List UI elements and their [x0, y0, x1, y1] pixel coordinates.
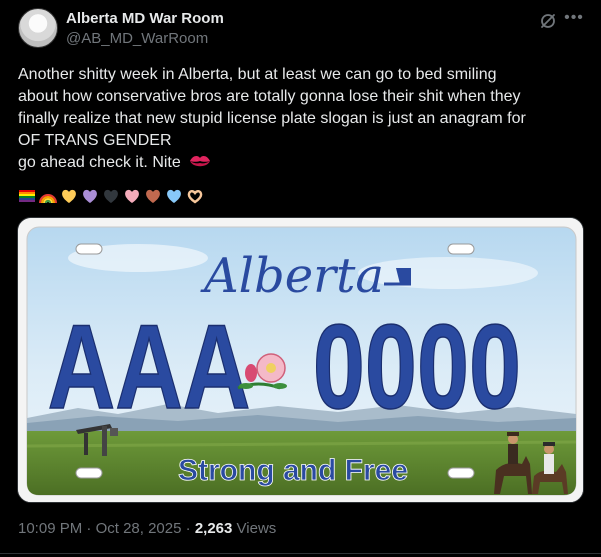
plate-numbers: 0000 [313, 300, 521, 434]
province-wordmark: Alberta [200, 248, 384, 304]
tweet-text: Another shitty week in Alberta, but at l… [18, 64, 588, 174]
plate-slogan: Strong and Free [178, 454, 408, 487]
author-display-name[interactable]: Alberta MD War Room [66, 10, 224, 27]
purple-heart-icon [83, 189, 97, 203]
heart-hands-icon [187, 190, 203, 204]
avatar[interactable] [18, 8, 58, 48]
tweet-line: Another shitty week in Alberta, but at l… [18, 66, 497, 83]
tweet-line-text: go ahead check it. Nite [18, 154, 181, 171]
grok-glyph [541, 14, 555, 28]
yellow-heart-icon [62, 189, 76, 203]
tweet-line: finally realize that new stupid license … [18, 110, 526, 127]
brown-heart-icon [146, 189, 160, 203]
tweet-time: 10:09 PM [18, 520, 83, 537]
tweet-date: Oct 28, 2025 [95, 520, 182, 537]
meta-separator: · [185, 520, 191, 537]
author-handle[interactable]: @AB_MD_WarRoom [66, 30, 208, 47]
license-plate-graphic: Alberta AAA 0000 Strong and Free [18, 218, 583, 502]
meta-separator: · [86, 520, 92, 537]
pink-heart-icon [125, 189, 139, 203]
rainbow-flag-icon [19, 190, 35, 202]
tweet-post: Alberta MD War Room @AB_MD_WarRoom ••• A… [0, 0, 601, 557]
kiss-mark-icon [190, 156, 211, 167]
tweet-timestamp[interactable]: 10:09 PM · Oct 28, 2025 · 2,263 Views [18, 520, 276, 537]
plate-letters: AAA [48, 300, 251, 434]
views-count: 2,263 [194, 520, 233, 537]
divider [0, 553, 601, 554]
grok-icon[interactable] [538, 11, 558, 31]
views-label: Views [236, 520, 277, 537]
light-blue-heart-icon [167, 189, 181, 203]
tweet-line: OF TRANS GENDER [18, 132, 172, 149]
tweet-line-last: go ahead check it. Nite [18, 152, 588, 174]
tweet-line: about how conservative bros are totally … [18, 88, 521, 105]
emoji-row [18, 187, 204, 207]
more-options-icon[interactable]: ••• [563, 9, 585, 29]
black-heart-icon [104, 189, 118, 203]
rainbow-icon [39, 194, 57, 204]
license-plate-image[interactable]: Alberta AAA 0000 Strong and Free [17, 217, 584, 503]
